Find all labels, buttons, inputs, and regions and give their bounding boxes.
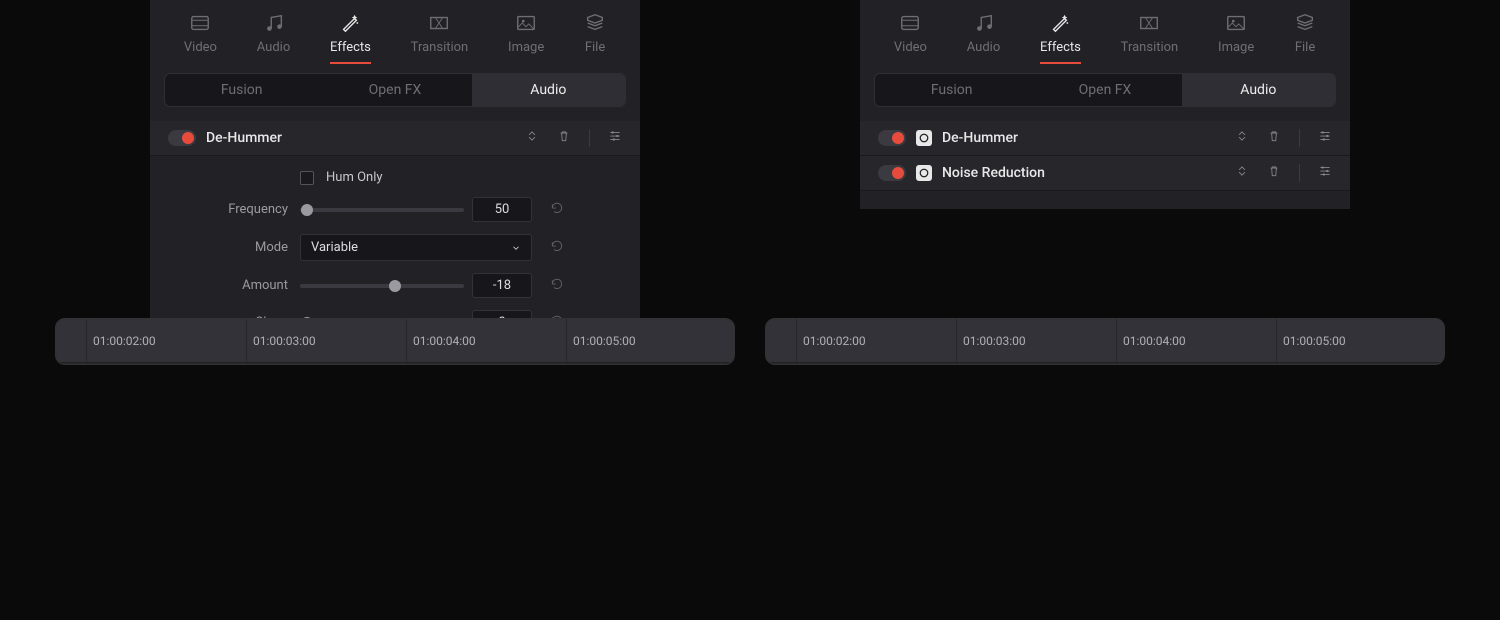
effect-name: De-Hummer <box>206 130 515 146</box>
amount-value[interactable]: -18 <box>472 273 532 298</box>
tab-image[interactable]: Image <box>1210 8 1262 63</box>
transition-icon <box>1138 12 1160 34</box>
reset-icon[interactable] <box>544 201 570 219</box>
image-icon <box>1225 12 1247 34</box>
tab-transition[interactable]: Transition <box>403 8 477 63</box>
timeline[interactable]: 01:00:02:00 01:00:03:00 01:00:04:00 01:0… <box>765 318 1445 365</box>
effect-category-tabs: Fusion Open FX Audio <box>164 73 626 107</box>
amount-slider[interactable] <box>300 284 464 288</box>
sliders-icon[interactable] <box>1318 164 1332 182</box>
subtab-openfx[interactable]: Open FX <box>1028 74 1181 106</box>
file-icon <box>584 12 606 34</box>
fairlight-fx-icon <box>916 165 932 181</box>
image-icon <box>515 12 537 34</box>
tab-transition[interactable]: Transition <box>1113 8 1187 63</box>
subtab-fusion[interactable]: Fusion <box>875 74 1028 106</box>
trash-icon[interactable] <box>1267 164 1281 182</box>
video-icon <box>899 12 921 34</box>
timeline-ruler[interactable]: 01:00:02:00 01:00:03:00 01:00:04:00 01:0… <box>766 319 1444 363</box>
effect-name: De-Hummer <box>942 130 1225 146</box>
sliders-icon[interactable] <box>608 129 622 147</box>
ruler-tick: 01:00:03:00 <box>246 319 316 362</box>
mode-label: Mode <box>168 240 288 255</box>
tab-effects[interactable]: Effects <box>322 8 379 63</box>
inspector-tabs: Video Audio Effects Transition Image <box>150 0 640 63</box>
reorder-icon[interactable] <box>525 129 539 147</box>
tab-video[interactable]: Video <box>176 8 225 63</box>
effect-name: Noise Reduction <box>942 165 1225 181</box>
wand-icon <box>339 12 361 34</box>
subtab-fusion[interactable]: Fusion <box>165 74 318 106</box>
effect-enable-toggle[interactable] <box>878 130 906 146</box>
tab-video[interactable]: Video <box>886 8 935 63</box>
effect-dehummer-row[interactable]: De-Hummer <box>150 121 640 156</box>
ruler-tick: 01:00:04:00 <box>406 319 476 362</box>
effect-category-tabs: Fusion Open FX Audio <box>874 73 1336 107</box>
sliders-icon[interactable] <box>1318 129 1332 147</box>
track-area[interactable]: fx Audio.mov <box>56 363 734 365</box>
music-icon <box>263 12 285 34</box>
tab-file[interactable]: File <box>1286 8 1324 63</box>
effect-noisereduction-row[interactable]: Noise Reduction <box>860 156 1350 191</box>
effect-dehummer-row[interactable]: De-Hummer <box>860 121 1350 156</box>
reorder-icon[interactable] <box>1235 129 1249 147</box>
subtab-openfx[interactable]: Open FX <box>318 74 471 106</box>
subtab-audio[interactable]: Audio <box>472 74 625 106</box>
hum-only-checkbox[interactable] <box>300 171 314 185</box>
music-icon <box>973 12 995 34</box>
effect-enable-toggle[interactable] <box>168 130 196 146</box>
transition-icon <box>428 12 450 34</box>
tab-image[interactable]: Image <box>500 8 552 63</box>
ruler-tick: 01:00:05:00 <box>1276 319 1346 362</box>
video-icon <box>189 12 211 34</box>
trash-icon[interactable] <box>557 129 571 147</box>
reset-icon[interactable] <box>544 277 570 295</box>
tab-audio[interactable]: Audio <box>249 8 298 63</box>
timeline[interactable]: 01:00:02:00 01:00:03:00 01:00:04:00 01:0… <box>55 318 735 365</box>
reorder-icon[interactable] <box>1235 164 1249 182</box>
effect-parameters: Hum Only Frequency 50 Mode Variable <box>150 156 640 335</box>
ruler-tick: 01:00:02:00 <box>86 319 156 362</box>
inspector-tabs: Video Audio Effects Transition Image <box>860 0 1350 63</box>
amount-label: Amount <box>168 278 288 293</box>
ruler-tick: 01:00:03:00 <box>956 319 1026 362</box>
track-area[interactable]: fx Audio.mov <box>766 363 1444 365</box>
ruler-tick: 01:00:02:00 <box>796 319 866 362</box>
tab-audio[interactable]: Audio <box>959 8 1008 63</box>
tab-file[interactable]: File <box>576 8 614 63</box>
file-icon <box>1294 12 1316 34</box>
subtab-audio[interactable]: Audio <box>1182 74 1335 106</box>
ruler-tick: 01:00:05:00 <box>566 319 636 362</box>
tab-effects[interactable]: Effects <box>1032 8 1089 63</box>
frequency-slider[interactable] <box>300 208 464 212</box>
chevron-down-icon <box>511 243 521 253</box>
effect-enable-toggle[interactable] <box>878 165 906 181</box>
hum-only-label: Hum Only <box>326 170 383 185</box>
reset-icon[interactable] <box>544 239 570 257</box>
trash-icon[interactable] <box>1267 129 1281 147</box>
frequency-value[interactable]: 50 <box>472 197 532 222</box>
mode-dropdown[interactable]: Variable <box>300 234 532 261</box>
ruler-tick: 01:00:04:00 <box>1116 319 1186 362</box>
frequency-label: Frequency <box>168 202 288 217</box>
fairlight-fx-icon <box>916 130 932 146</box>
wand-icon <box>1049 12 1071 34</box>
timeline-ruler[interactable]: 01:00:02:00 01:00:03:00 01:00:04:00 01:0… <box>56 319 734 363</box>
